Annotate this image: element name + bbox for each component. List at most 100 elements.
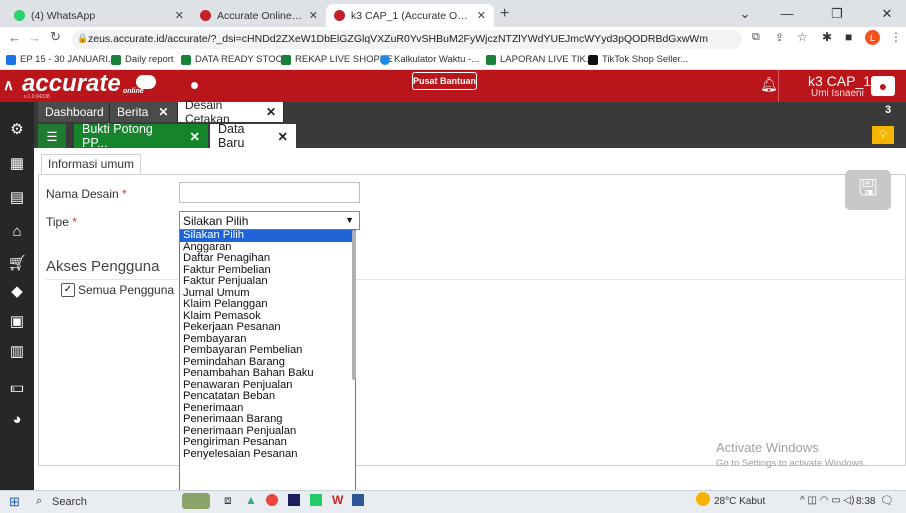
user-name[interactable]: Umi Isnaeni	[811, 88, 864, 99]
bell-icon[interactable]: 🔔︎	[760, 76, 778, 93]
weather-icon[interactable]	[696, 492, 710, 506]
save-button[interactable]: 🖫	[845, 170, 891, 210]
dropdown-option[interactable]: Daftar Penagihan	[180, 252, 355, 265]
tab-count-badge[interactable]: 3	[885, 104, 891, 116]
dropdown-option[interactable]: Faktur Penjualan	[180, 275, 355, 288]
chevron-down-icon[interactable]: ⌄	[728, 0, 762, 27]
close-icon[interactable]: ✕	[266, 105, 276, 119]
dropdown-option[interactable]: Penambahan Bahan Baku	[180, 367, 355, 380]
notification-icon[interactable]: 🗨︎	[880, 494, 894, 507]
tab-berita[interactable]: Berita ✕	[110, 102, 178, 122]
taskbar-search-icon[interactable]: ⌕	[36, 495, 42, 508]
word-icon[interactable]	[352, 494, 364, 506]
cart-icon[interactable]: 🛒︎	[7, 254, 26, 272]
tab-desain-cetakan[interactable]: Desain Cetakan ✕	[178, 98, 284, 126]
ledger-icon[interactable]: ▤	[8, 188, 26, 206]
help-center-button[interactable]: Pusat Bantuan	[412, 72, 477, 90]
sales-bag-icon[interactable]: ◆	[8, 282, 26, 300]
close-icon[interactable]: ✕	[309, 9, 318, 22]
forward-icon[interactable]: →	[28, 30, 41, 45]
windows-taskbar	[0, 490, 906, 513]
accurate-logo-mark-icon: ∧	[3, 77, 14, 94]
minimize-icon[interactable]: —	[770, 0, 804, 27]
task-view-icon[interactable]: ⧈	[224, 493, 232, 508]
bookmark-item[interactable]: DATA READY STOC...	[181, 54, 290, 65]
bookmark-item[interactable]: EP 15 - 30 JANUARI...	[6, 54, 116, 65]
bookmark-tiktok-icon	[588, 54, 598, 65]
bookmark-item[interactable]: REKAP LIVE SHOPEE	[281, 54, 393, 65]
translate-icon[interactable]: ⧉	[752, 31, 760, 44]
clock[interactable]: 8:38	[856, 496, 875, 507]
dropdown-option[interactable]: Pekerjaan Pesanan	[180, 321, 355, 334]
dropdown-option[interactable]: Silakan Pilih	[180, 230, 355, 242]
activate-windows-subtitle: Go to Settings to activate Windows.	[716, 458, 866, 469]
weather-text[interactable]: 28°C Kabut	[714, 496, 765, 507]
new-tab-icon[interactable]: +	[500, 5, 509, 23]
windows-start-icon[interactable]: ⊞	[9, 494, 20, 510]
dropdown-option[interactable]: Klaim Pelanggan	[180, 298, 355, 311]
accurate-icon	[200, 10, 211, 21]
dropdown-option[interactable]: Pengiriman Pesanan	[180, 436, 355, 449]
bookmark-item[interactable]: Daily report	[111, 54, 174, 65]
dropdown-scrollbar[interactable]	[352, 230, 356, 380]
tab-informasi-umum[interactable]: Informasi umum	[41, 154, 142, 174]
profile-icon[interactable]: L	[865, 30, 880, 45]
taskbar-search-label[interactable]: Search	[52, 496, 87, 508]
cloud-icon	[136, 75, 156, 89]
close-icon[interactable]: ✕	[158, 105, 168, 119]
app-green-icon[interactable]	[310, 494, 322, 506]
share-icon[interactable]: ⇪	[775, 31, 784, 44]
close-icon[interactable]: ✕	[278, 129, 288, 144]
photoshop-icon[interactable]	[288, 494, 300, 506]
company-icon[interactable]: ▦	[8, 154, 26, 172]
money-icon[interactable]: 💵︎	[8, 378, 26, 396]
tab-bukti-potong[interactable]: Bukti Potong PP... ✕	[74, 122, 208, 150]
bookmark-label: LAPORAN LIVE TIK...	[500, 54, 594, 65]
system-tray-icons[interactable]: ^ ◫ ◠ ▭ ◁)	[800, 495, 854, 506]
list-menu-icon[interactable]: ☰	[38, 124, 66, 148]
settings-icon[interactable]: ⚙	[8, 120, 26, 138]
lightbulb-icon[interactable]: 💡︎	[872, 126, 894, 144]
tipe-dropdown-list[interactable]: Silakan Pilih Anggaran Daftar Penagihan Fak…	[179, 229, 356, 491]
close-icon[interactable]: ✕	[477, 9, 486, 22]
activate-windows-title: Activate Windows	[716, 440, 819, 455]
report-pie-icon[interactable]: ◕	[8, 410, 26, 428]
browser-tab-whatsapp[interactable]: (4) WhatsApp ✕	[6, 4, 192, 27]
star-icon[interactable]: ☆	[797, 30, 808, 44]
chrome-icon[interactable]	[266, 494, 278, 506]
lock-icon[interactable]: 🔒	[77, 33, 88, 44]
user-avatar-icon[interactable]: ●	[871, 76, 895, 96]
maximize-icon[interactable]: ❐	[820, 0, 854, 27]
inventory-icon[interactable]: ▣	[8, 312, 26, 330]
semua-pengguna-label[interactable]: Semua Pengguna	[78, 283, 174, 297]
dropdown-option[interactable]: Pembayaran Pembelian	[180, 344, 355, 357]
nama-desain-input[interactable]	[179, 182, 360, 203]
store-icon[interactable]: ▲	[245, 493, 257, 507]
tab-dashboard[interactable]: Dashboard	[38, 102, 110, 122]
dropdown-option[interactable]: Penerimaan Barang	[180, 413, 355, 426]
semua-pengguna-checkbox[interactable]: ✓	[61, 283, 75, 297]
bookmark-item[interactable]: LAPORAN LIVE TIK...	[486, 54, 594, 65]
back-icon[interactable]: ←	[8, 30, 21, 45]
tipe-select[interactable]: Silakan Pilih ▼	[179, 211, 360, 230]
browser-tab-pengaturan[interactable]: Accurate Online: Pengaturan Dat ✕	[192, 4, 326, 27]
browser-tab-k3cap[interactable]: k3 CAP_1 (Accurate Online) ✕	[326, 4, 494, 27]
reload-icon[interactable]: ↻	[50, 29, 61, 45]
wps-icon[interactable]: W	[332, 493, 343, 507]
close-icon[interactable]: ✕	[175, 9, 184, 22]
extensions-icon[interactable]: ✱	[822, 30, 832, 44]
dropdown-option[interactable]: Penyelesaian Pesanan	[180, 448, 355, 461]
tab-data-baru[interactable]: Data Baru ✕	[210, 122, 296, 150]
close-icon[interactable]: ✕	[190, 129, 200, 144]
widgets-icon[interactable]	[182, 493, 210, 509]
url-text[interactable]: zeus.accurate.id/accurate/?_dsi=cHNDd2ZX…	[88, 33, 708, 45]
menu-icon[interactable]: ⋮	[890, 30, 902, 44]
bookmark-item[interactable]: TikTok Shop Seller...	[588, 54, 688, 65]
company-name[interactable]: k3 CAP_1	[808, 73, 871, 89]
window-close-icon[interactable]: ✕	[870, 0, 904, 27]
dropdown-option[interactable]: Pencatatan Beban	[180, 390, 355, 403]
bookmark-item[interactable]: Kalkulator Waktu -...	[380, 54, 479, 65]
sidepanel-icon[interactable]: ■	[845, 30, 852, 44]
bank-icon[interactable]: ⌂	[8, 222, 26, 240]
asset-icon[interactable]: ▥	[8, 342, 26, 360]
